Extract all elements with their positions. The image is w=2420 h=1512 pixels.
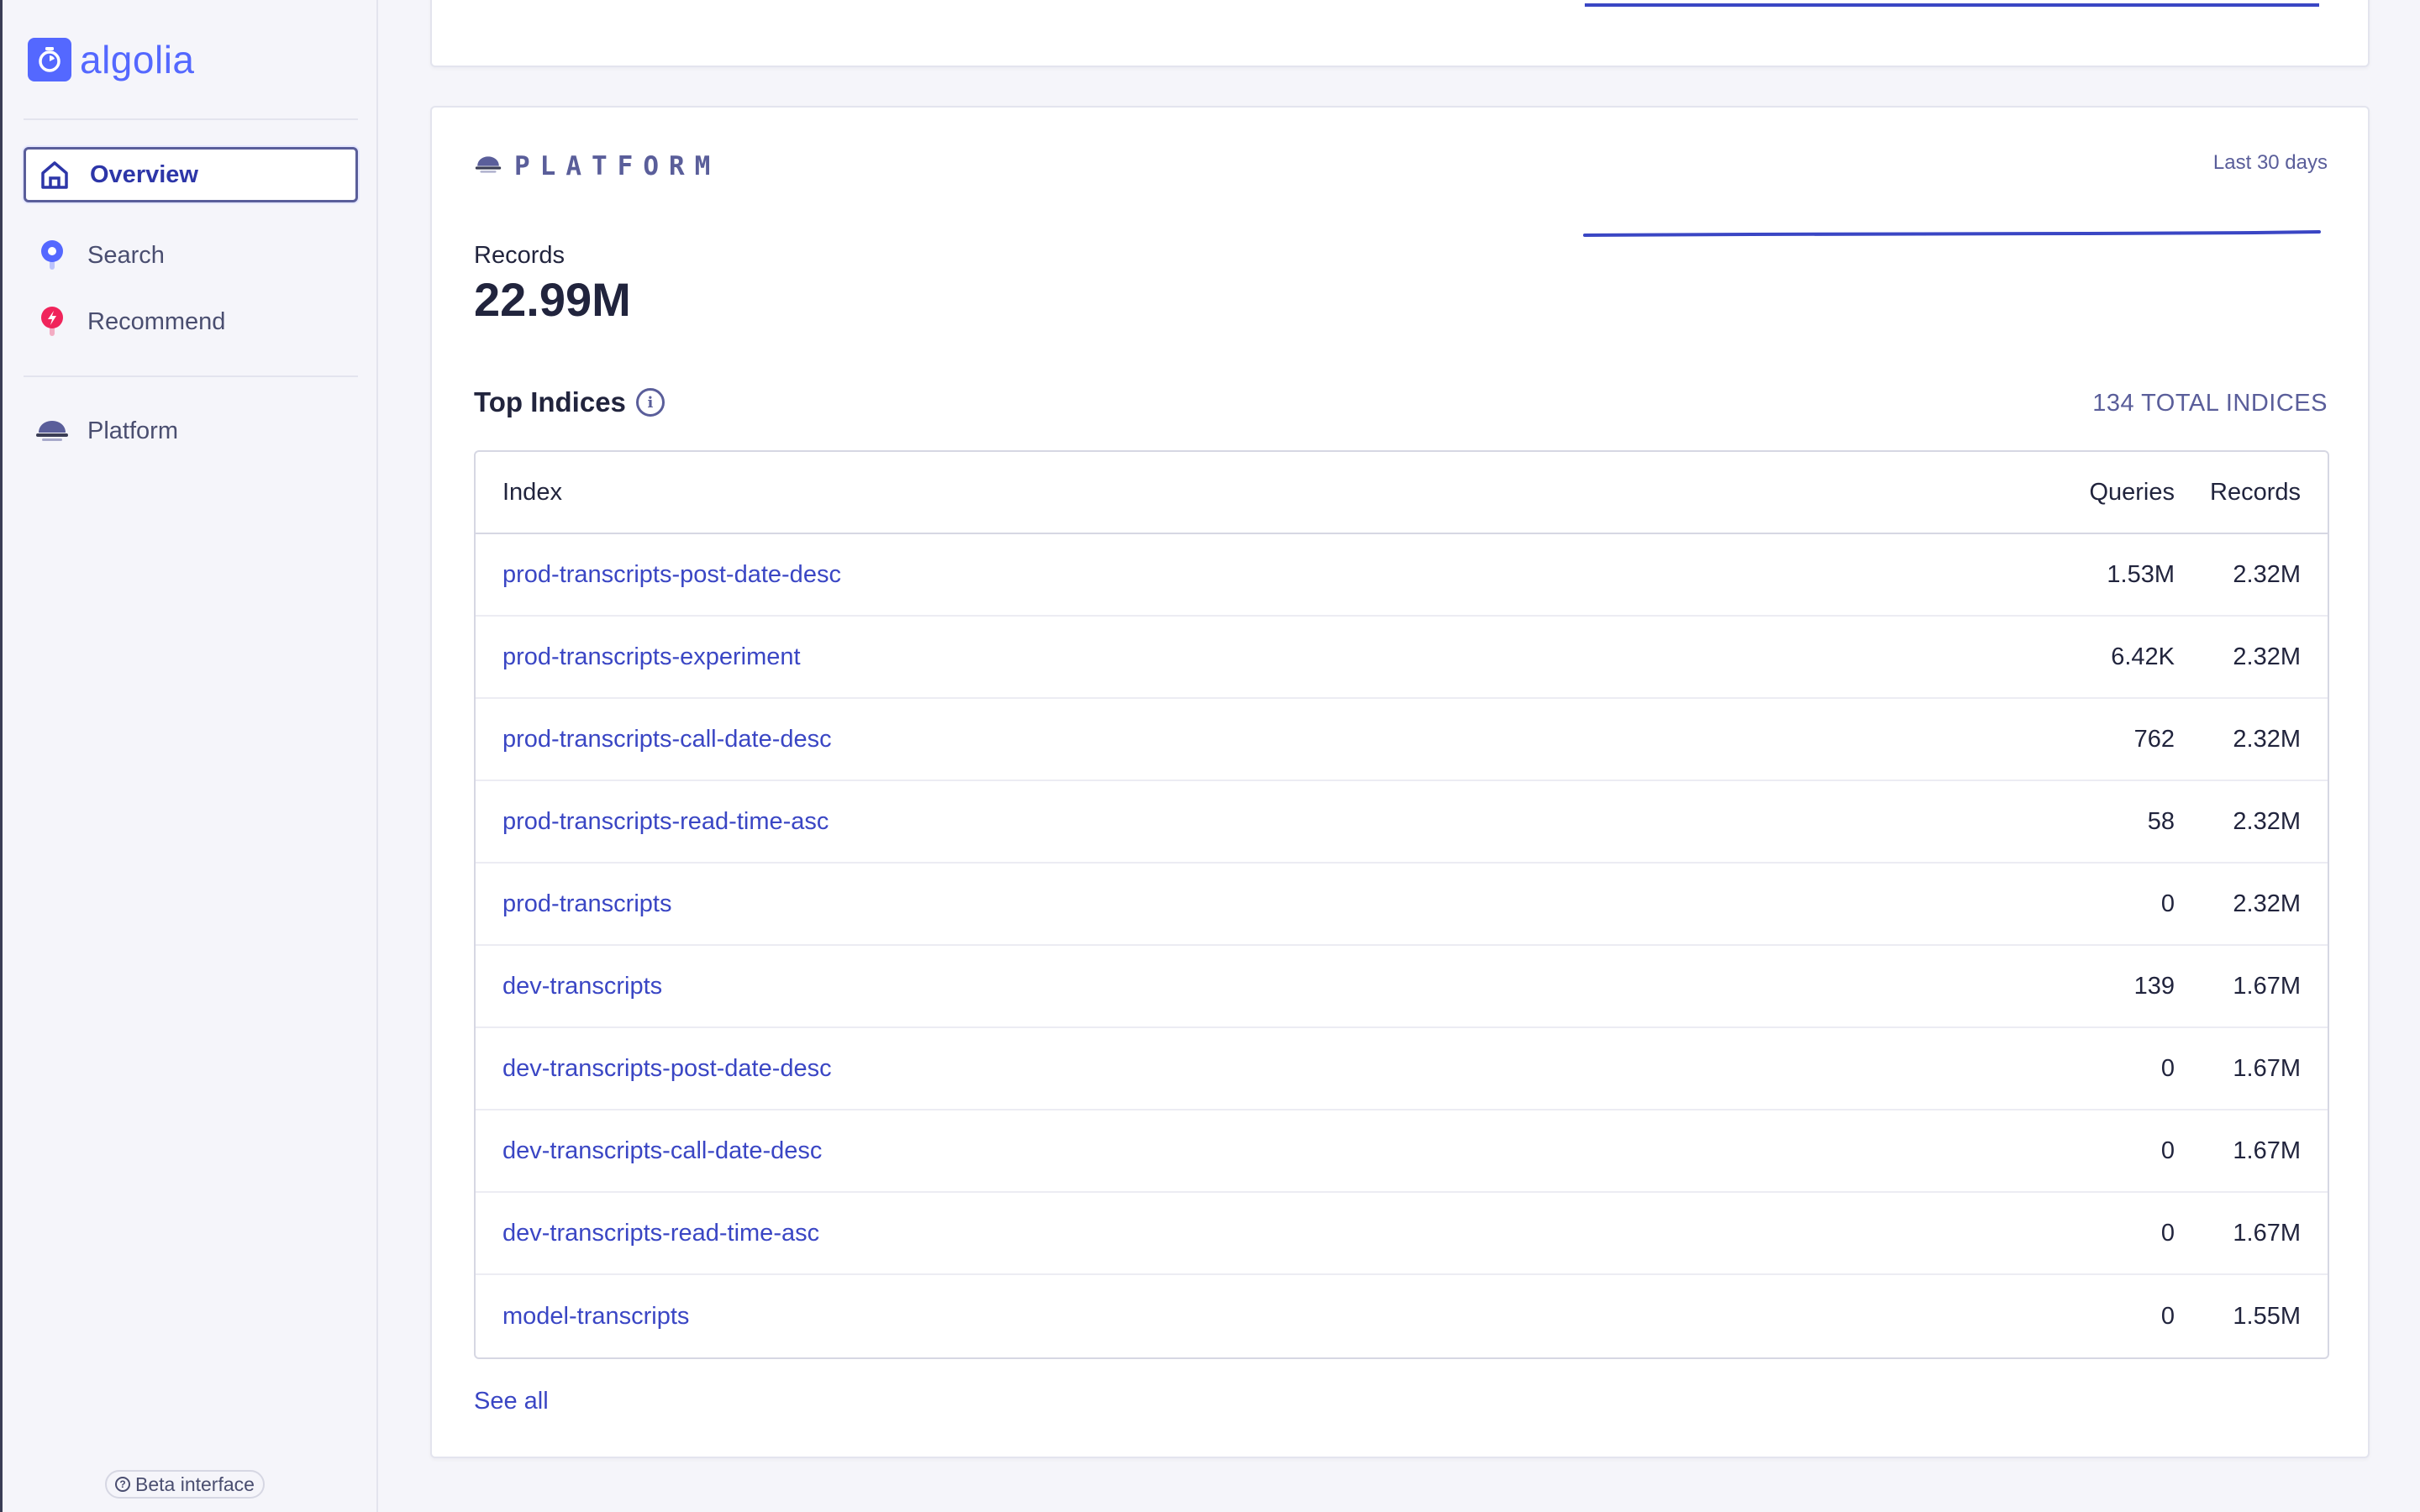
platform-card: PLATFORM Last 30 days Records 22.99M Top… <box>430 106 2370 1458</box>
table-row: prod-transcripts 0 2.32M <box>476 864 2328 946</box>
table-row: prod-transcripts-post-date-desc 1.53M 2.… <box>476 534 2328 617</box>
queries-cell: 0 <box>2160 890 2175 917</box>
previous-card <box>430 0 2370 67</box>
sidebar-divider <box>24 118 358 120</box>
sidebar-item-platform[interactable]: Platform <box>24 403 358 459</box>
platform-header: PLATFORM <box>474 151 720 181</box>
sidebar-item-label: Recommend <box>87 307 226 335</box>
table-row: model-transcripts 0 1.55M <box>476 1275 2328 1357</box>
records-cell: 2.32M <box>2233 643 2301 670</box>
index-link[interactable]: model-transcripts <box>502 1303 689 1330</box>
recommend-icon <box>35 305 69 339</box>
help-icon: ? <box>115 1477 130 1492</box>
top-indices-header: Top Indices i <box>474 386 665 418</box>
queries-cell: 0 <box>2160 1137 2175 1164</box>
table-row: dev-transcripts-call-date-desc 0 1.67M <box>476 1110 2328 1193</box>
platform-icon <box>474 155 502 179</box>
stopwatch-icon <box>28 38 71 81</box>
records-cell: 2.32M <box>2233 807 2301 835</box>
queries-cell: 1.53M <box>2107 560 2175 588</box>
table-row: dev-transcripts-read-time-asc 0 1.67M <box>476 1193 2328 1275</box>
records-value: 22.99M <box>474 273 631 326</box>
platform-icon <box>35 414 69 448</box>
records-cell: 1.67M <box>2233 972 2301 1000</box>
index-link[interactable]: dev-transcripts <box>502 973 662 1000</box>
table-row: prod-transcripts-call-date-desc 762 2.32… <box>476 699 2328 781</box>
index-link[interactable]: prod-transcripts-experiment <box>502 643 801 670</box>
queries-cell: 762 <box>2133 725 2175 753</box>
sidebar-item-search[interactable]: Search <box>24 228 358 283</box>
table-header-row: Index Queries Records <box>476 452 2328 534</box>
column-header-records: Records <box>2210 478 2301 506</box>
records-sparkline <box>1583 230 2321 237</box>
brand-name: algolia <box>80 38 195 81</box>
records-cell: 1.55M <box>2233 1302 2301 1330</box>
records-cell: 1.67M <box>2233 1219 2301 1247</box>
queries-cell: 0 <box>2160 1219 2175 1247</box>
table-row: dev-transcripts 139 1.67M <box>476 946 2328 1028</box>
column-header-index: Index <box>502 478 562 506</box>
date-range: Last 30 days <box>2212 151 2328 174</box>
beta-interface-badge[interactable]: ? Beta interface <box>105 1470 265 1499</box>
sidebar-item-recommend[interactable]: Recommend <box>24 294 358 349</box>
index-link[interactable]: dev-transcripts-read-time-asc <box>502 1220 819 1247</box>
sidebar-item-label: Search <box>87 241 165 269</box>
platform-title: PLATFORM <box>514 151 721 181</box>
table-row: dev-transcripts-post-date-desc 0 1.67M <box>476 1028 2328 1110</box>
see-all-link[interactable]: See all <box>474 1388 549 1415</box>
home-icon <box>38 158 71 192</box>
algolia-logo[interactable]: algolia <box>28 37 195 82</box>
sidebar-item-label: Platform <box>87 417 178 444</box>
info-icon[interactable]: i <box>635 388 665 417</box>
index-link[interactable]: prod-transcripts-post-date-desc <box>502 561 841 588</box>
search-icon <box>35 239 69 272</box>
sidebar-item-overview[interactable]: Overview <box>24 147 358 202</box>
records-cell: 2.32M <box>2233 725 2301 753</box>
sidebar-item-label: Overview <box>90 160 198 188</box>
beta-label: Beta interface <box>135 1473 255 1495</box>
records-cell: 2.32M <box>2233 560 2301 588</box>
index-link[interactable]: dev-transcripts-post-date-desc <box>502 1055 832 1082</box>
table-row: prod-transcripts-experiment 6.42K 2.32M <box>476 617 2328 699</box>
queries-cell: 6.42K <box>2111 643 2175 670</box>
index-link[interactable]: prod-transcripts-call-date-desc <box>502 726 832 753</box>
index-link[interactable]: prod-transcripts-read-time-asc <box>502 808 829 835</box>
sidebar-divider <box>24 375 358 377</box>
records-label: Records <box>474 242 565 269</box>
queries-cell: 0 <box>2160 1054 2175 1082</box>
queries-cell: 58 <box>2147 807 2175 835</box>
queries-cell: 139 <box>2133 972 2175 1000</box>
sidebar: algolia Overview Search Recommend Platfo… <box>0 0 378 1512</box>
column-header-queries: Queries <box>2089 478 2175 506</box>
records-cell: 1.67M <box>2233 1054 2301 1082</box>
previous-sparkline <box>1585 3 2319 7</box>
records-cell: 2.32M <box>2233 890 2301 917</box>
index-link[interactable]: dev-transcripts-call-date-desc <box>502 1137 822 1164</box>
index-link[interactable]: prod-transcripts <box>502 890 671 917</box>
top-indices-table: Index Queries Records prod-transcripts-p… <box>474 450 2329 1359</box>
records-cell: 1.67M <box>2233 1137 2301 1164</box>
total-indices-link[interactable]: 134 TOTAL INDICES <box>2092 390 2328 417</box>
top-indices-title: Top Indices <box>474 386 626 417</box>
table-row: prod-transcripts-read-time-asc 58 2.32M <box>476 781 2328 864</box>
queries-cell: 0 <box>2160 1302 2175 1330</box>
